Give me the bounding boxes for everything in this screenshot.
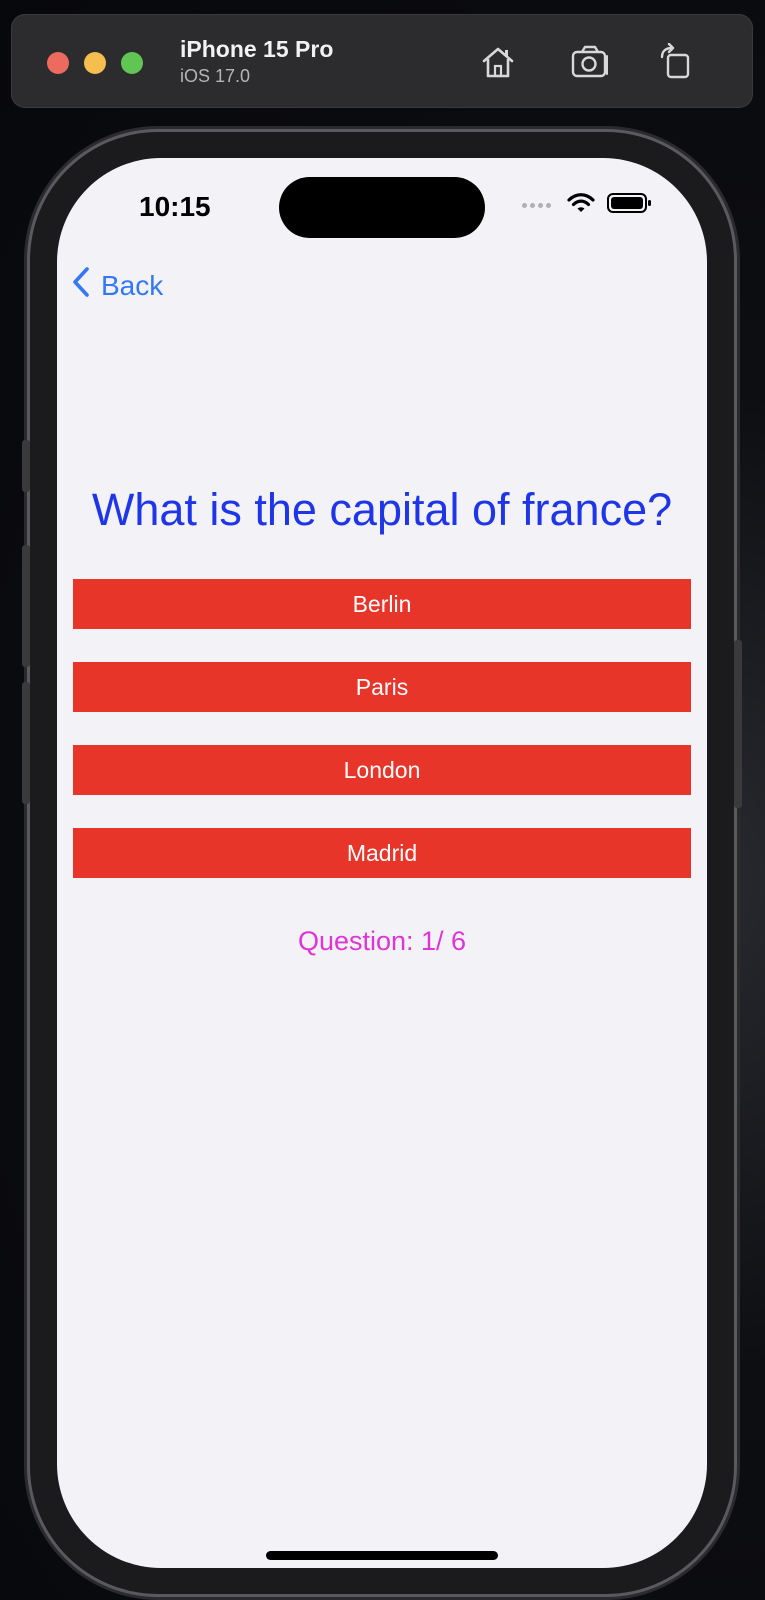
close-window-button[interactable] [47,52,69,74]
status-time: 10:15 [139,191,211,222]
screenshot-icon [569,44,611,80]
rotate-button[interactable] [653,42,697,82]
volume-down-button[interactable] [22,682,30,804]
status-icons [522,192,653,219]
question-text: What is the capital of france? [91,484,673,535]
answer-button-london[interactable]: London [73,745,691,795]
action-button[interactable] [22,440,30,492]
cellular-signal-icon [522,203,551,208]
chevron-left-icon [71,266,91,305]
screenshot-button[interactable] [568,42,612,82]
battery-icon [607,192,653,219]
simulator-toolbar: iPhone 15 Pro iOS 17.0 [11,14,753,108]
answer-button-paris[interactable]: Paris [73,662,691,712]
back-button[interactable]: Back [71,266,163,305]
answer-button-madrid[interactable]: Madrid [73,828,691,878]
zoom-window-button[interactable] [121,52,143,74]
volume-up-button[interactable] [22,545,30,667]
back-label: Back [101,269,164,301]
home-indicator[interactable] [266,1551,498,1560]
os-version: iOS 17.0 [180,66,251,86]
wifi-icon [567,192,595,219]
answer-list: Berlin Paris London Madrid [73,579,691,878]
home-button[interactable] [476,42,520,82]
home-icon [479,44,517,80]
dynamic-island [279,177,485,238]
question-counter: Question: 1/ 6 [297,926,467,956]
rotate-icon [657,43,693,81]
phone-screen: 10:15 Back What is the capital of france… [57,158,707,1568]
device-name: iPhone 15 Pro [180,36,334,62]
answer-button-berlin[interactable]: Berlin [73,579,691,629]
side-power-button[interactable] [734,640,742,808]
minimize-window-button[interactable] [84,52,106,74]
